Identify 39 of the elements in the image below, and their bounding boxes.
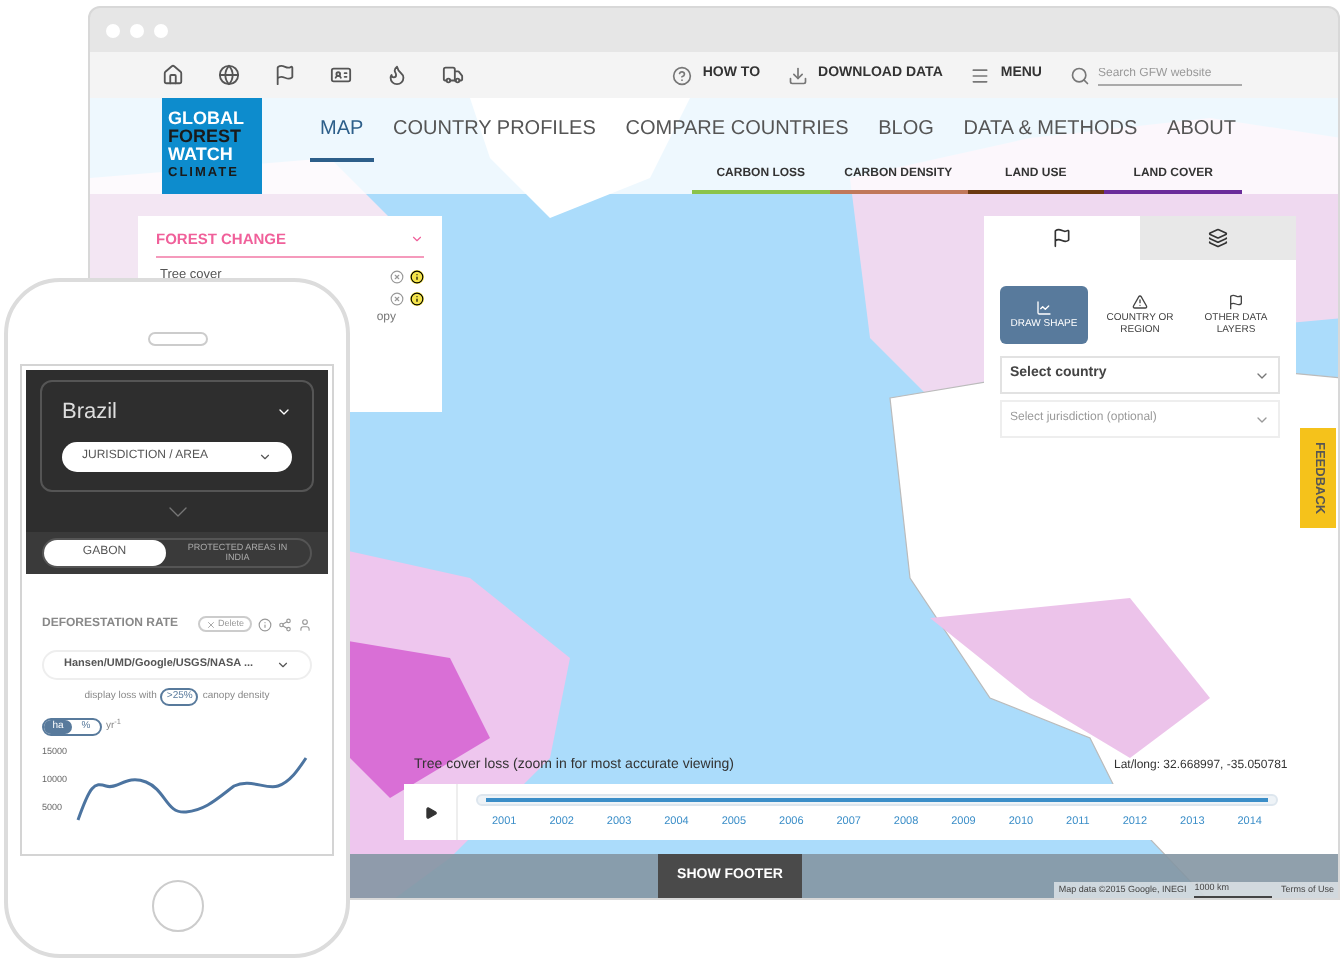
logo-text: GLOBAL — [168, 110, 246, 128]
logo-text: WATCH — [168, 146, 235, 164]
id-card-icon[interactable] — [330, 64, 352, 86]
info-icon[interactable] — [410, 269, 424, 284]
share-icon[interactable] — [278, 617, 292, 631]
nav-tab[interactable]: COUNTRY PROFILES — [383, 114, 606, 162]
user-icon[interactable] — [298, 617, 312, 631]
timeline-fill[interactable] — [486, 797, 1268, 802]
line-chart-icon — [1036, 300, 1052, 316]
layers-icon — [1208, 228, 1228, 248]
home-button[interactable] — [151, 880, 203, 932]
flame-icon[interactable] — [386, 64, 408, 86]
logo-text: FOREST — [168, 128, 244, 146]
panel-tab[interactable] — [1140, 216, 1296, 260]
truck-icon[interactable] — [442, 64, 464, 86]
globe-icon[interactable] — [218, 64, 240, 86]
download-icon — [788, 65, 809, 85]
nav-tab[interactable]: MAP — [310, 114, 374, 162]
warning-triangle-icon — [1132, 294, 1148, 310]
flag-icon — [1052, 228, 1072, 248]
help-icon — [672, 65, 693, 85]
chevron-icon — [258, 449, 272, 463]
home-icon[interactable] — [162, 64, 184, 86]
flag-icon — [1228, 294, 1244, 310]
nav-tab[interactable]: ABOUT — [1157, 114, 1246, 162]
close-icon[interactable] — [390, 292, 404, 306]
nav-tab[interactable]: BLOG — [868, 114, 944, 162]
menu-icon — [970, 65, 991, 85]
country-name: Brazil — [62, 398, 118, 428]
close-icon[interactable] — [390, 269, 404, 284]
flag-icon[interactable] — [274, 64, 296, 86]
nav-tab[interactable]: COMPARE COUNTRIES — [615, 114, 859, 162]
play-icon — [423, 805, 437, 819]
phone-speaker — [147, 332, 207, 346]
info-icon[interactable] — [410, 292, 424, 306]
caret-icon[interactable] — [410, 232, 424, 247]
search-icon — [1070, 65, 1090, 85]
nav-tab[interactable]: DATA & METHODS — [953, 114, 1148, 162]
chevron-icon — [276, 657, 290, 671]
